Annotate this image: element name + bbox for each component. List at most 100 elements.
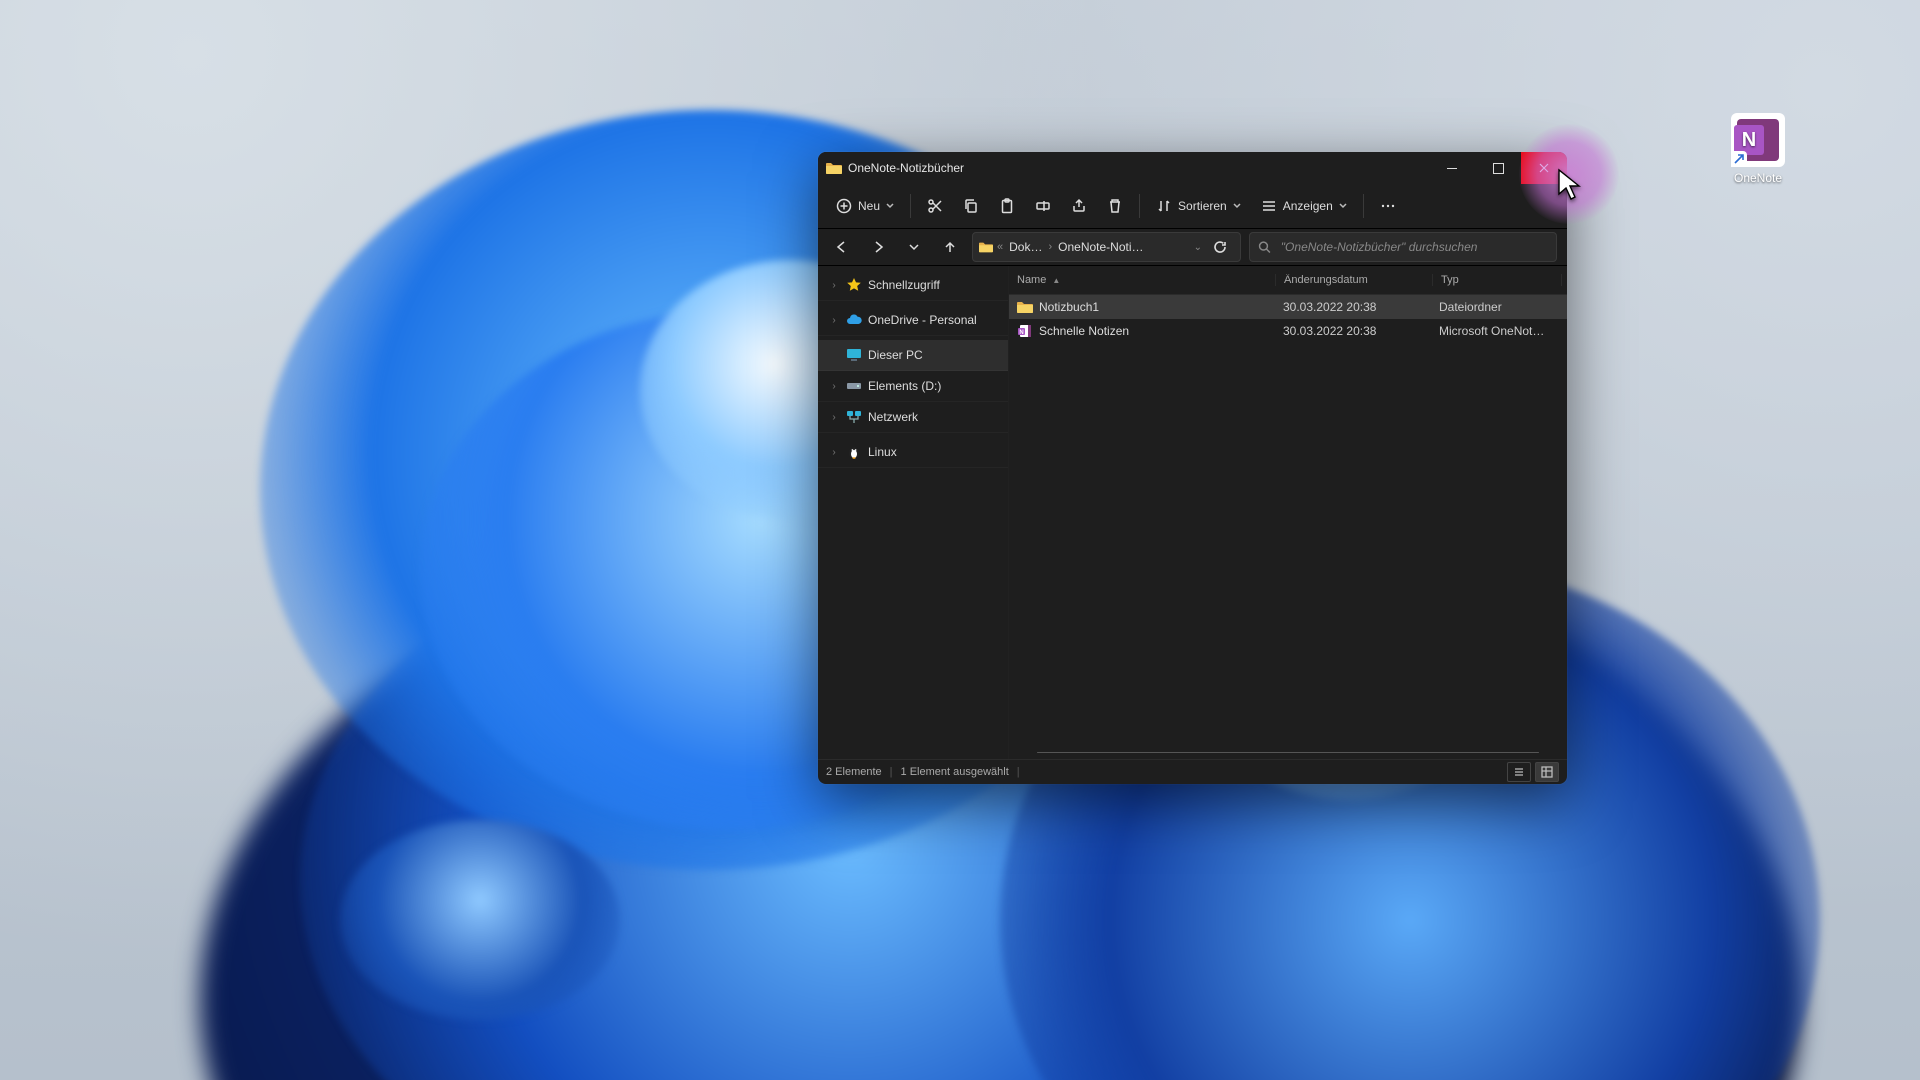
sort-button[interactable]: Sortieren [1148,190,1249,222]
up-button[interactable] [936,233,964,261]
search-icon [1258,240,1271,254]
penguin-icon [846,444,862,460]
desktop: N OneNote OneNote-Notizbücher [0,0,1920,1080]
tree-item-label: OneDrive - Personal [868,313,977,327]
toolbar: Neu [818,184,1567,229]
desktop-icon-onenote[interactable]: N OneNote [1710,113,1806,185]
sort-button-label: Sortieren [1178,199,1227,213]
nav-row: « Dok… › OneNote-Noti… ⌄ [818,229,1567,265]
share-button[interactable] [1063,190,1095,222]
tree-item-onedrive[interactable]: › OneDrive - Personal [818,305,1008,336]
col-size[interactable]: Gr… [1562,274,1567,286]
tree-item-label: Dieser PC [868,348,923,362]
view-icon [1261,198,1277,214]
col-date[interactable]: Änderungsdatum [1276,274,1433,286]
titlebar[interactable]: OneNote-Notizbücher [818,152,1567,184]
new-button[interactable]: Neu [828,190,902,222]
col-name[interactable]: Name ▲ [1009,274,1276,286]
onenote-icon: N [1017,323,1033,339]
maximize-button[interactable] [1475,152,1521,184]
share-icon [1071,198,1087,214]
refresh-button[interactable] [1206,233,1234,261]
chevron-down-icon[interactable]: ⌄ [1194,242,1202,253]
search-input[interactable] [1279,239,1548,255]
network-icon [846,409,862,425]
more-button[interactable] [1372,190,1404,222]
file-list: Name ▲ Änderungsdatum Typ Gr… Notizbuch1… [1009,266,1567,759]
chevron-down-icon [1233,202,1241,210]
details-view-toggle[interactable] [1535,762,1559,782]
search-box[interactable] [1249,232,1557,262]
tree-item-label: Schnellzugriff [868,278,940,292]
col-type[interactable]: Typ [1433,274,1562,286]
tree-item-eldrive[interactable]: › Elements (D:) [818,371,1008,402]
tree-item-thispc[interactable]: Dieser PC [818,340,1008,371]
view-button-label: Anzeigen [1283,199,1333,213]
expand-chevron-icon[interactable]: › [828,315,840,326]
tree-item-label: Elements (D:) [868,379,941,393]
back-button[interactable] [828,233,856,261]
file-date: 30.03.2022 20:38 [1275,300,1431,314]
forward-button[interactable] [864,233,892,261]
more-ellipsis-icon [1380,198,1396,214]
pc-icon [846,347,862,363]
breadcrumb-segment[interactable]: OneNote-Noti… [1058,240,1143,254]
window-title: OneNote-Notizbücher [848,161,964,175]
rename-button[interactable] [1027,190,1059,222]
status-bar: 2 Elemente | 1 Element ausgewählt | [818,759,1567,784]
breadcrumb-segment[interactable]: Dok… [1009,240,1042,254]
file-explorer-window: OneNote-Notizbücher Neu [818,152,1567,784]
delete-button[interactable] [1099,190,1131,222]
expand-chevron-icon[interactable]: › [828,381,840,392]
chevron-down-icon [886,202,894,210]
file-name: Schnelle Notizen [1039,324,1129,338]
file-name: Notizbuch1 [1039,300,1099,314]
new-button-label: Neu [858,199,880,213]
sort-indicator-icon: ▲ [1052,276,1060,285]
tree-item-quick[interactable]: › Schnellzugriff [818,270,1008,301]
shortcut-arrow-icon [1731,151,1747,167]
file-list-empty-area[interactable] [1009,343,1567,752]
copy-icon [963,198,979,214]
file-row[interactable]: Notizbuch1 30.03.2022 20:38Dateiordner [1009,295,1567,319]
onenote-icon: N [1731,113,1785,167]
expand-chevron-icon[interactable]: › [828,412,840,423]
list-view-toggle[interactable] [1507,762,1531,782]
status-selected: 1 Element ausgewählt [901,766,1009,778]
sort-icon [1156,198,1172,214]
new-plus-icon [836,198,852,214]
address-bar[interactable]: « Dok… › OneNote-Noti… ⌄ [972,232,1241,262]
view-button[interactable]: Anzeigen [1253,190,1355,222]
star-icon [846,277,862,293]
folder-icon [826,161,842,175]
file-type: Dateiordner [1431,300,1559,314]
minimize-button[interactable] [1429,152,1475,184]
nav-tree[interactable]: › Schnellzugriff › OneDrive - Personal Diese… [818,266,1008,759]
clipboard-icon [999,198,1015,214]
cut-button[interactable] [919,190,951,222]
history-dropdown-button[interactable] [900,233,928,261]
tree-item-network[interactable]: › Netzwerk [818,402,1008,433]
column-headers[interactable]: Name ▲ Änderungsdatum Typ Gr… [1009,266,1567,295]
expand-chevron-icon[interactable]: › [828,447,840,458]
paste-button[interactable] [991,190,1023,222]
tree-item-label: Netzwerk [868,410,918,424]
expand-chevron-icon[interactable]: › [828,280,840,291]
rename-icon [1035,198,1051,214]
close-button[interactable] [1521,152,1567,184]
folder-icon [1017,299,1033,315]
scissors-icon [927,198,943,214]
chevron-right-icon: › [1046,241,1054,253]
drive-icon [846,378,862,394]
chevron-down-icon [1339,202,1347,210]
cloud-icon [846,312,862,328]
trash-icon [1107,198,1123,214]
folder-icon [979,240,993,254]
copy-button[interactable] [955,190,987,222]
status-count: 2 Elemente [826,766,882,778]
tree-item-label: Linux [868,445,897,459]
tree-item-linux[interactable]: › Linux [818,437,1008,468]
horizontal-scrollbar[interactable] [1037,752,1539,753]
file-row[interactable]: NSchnelle Notizen30.03.2022 20:38Microso… [1009,319,1567,343]
desktop-icon-label: OneNote [1710,171,1806,185]
